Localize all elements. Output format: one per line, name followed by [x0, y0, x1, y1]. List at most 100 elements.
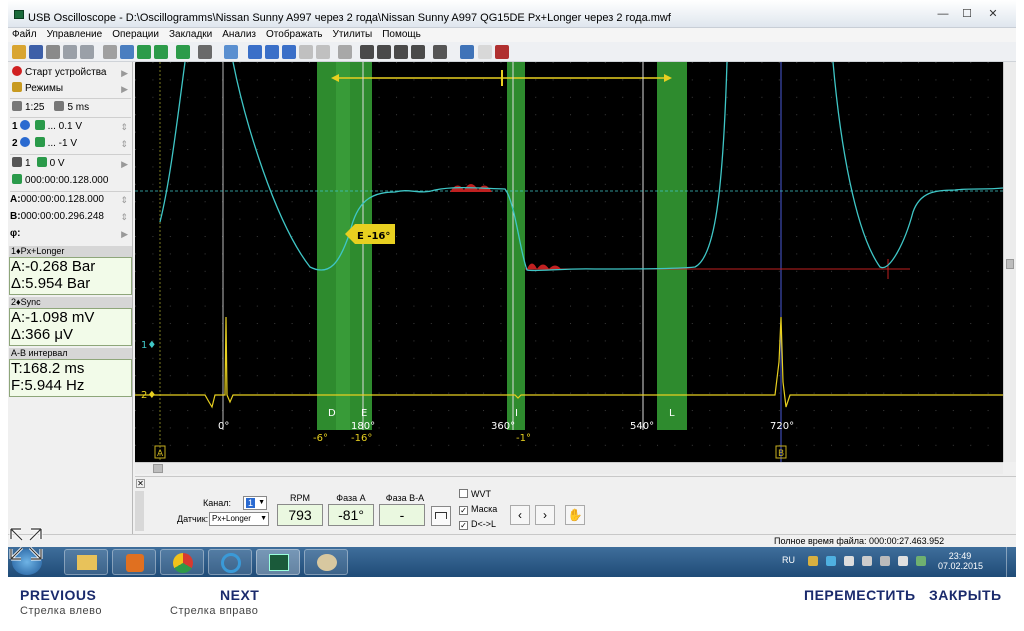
markers-icon[interactable] — [360, 45, 374, 59]
taskbar-ie[interactable] — [208, 549, 252, 575]
maximize-button[interactable]: ☐ — [958, 7, 976, 21]
phi-row[interactable]: φ: ▶ — [10, 226, 131, 242]
close-panel-icon[interactable]: ✕ — [136, 479, 145, 488]
zoom-out-icon[interactable] — [338, 45, 352, 59]
phase-label-d: -6° — [313, 433, 328, 444]
menu-bookmarks[interactable]: Закладки — [165, 28, 212, 42]
horizontal-scrollbar[interactable] — [135, 462, 1003, 474]
ch1-marker[interactable]: 1♦ — [141, 340, 156, 351]
next-link[interactable]: NEXT — [220, 587, 259, 603]
menu-analysis[interactable]: Анализ — [218, 28, 256, 42]
cursor-a-row[interactable]: A:000:00:00.128.000 ⇕ — [10, 192, 131, 208]
horizontal-scroll-thumb[interactable] — [153, 464, 163, 473]
vertical-scrollbar[interactable] — [1003, 62, 1016, 462]
network-icon[interactable] — [862, 556, 872, 566]
adjust-icon[interactable]: ⇕ — [120, 192, 128, 208]
taskbar-media[interactable] — [112, 549, 156, 575]
clock[interactable]: 23:49 07.02.2015 — [938, 551, 983, 571]
wvt-checkbox[interactable]: WVT — [459, 489, 491, 499]
taskbar-explorer[interactable] — [64, 549, 108, 575]
start-device-button[interactable]: Старт устройства ▶ — [10, 65, 131, 81]
taskbar-oscilloscope[interactable] — [256, 549, 300, 575]
mask-checkbox[interactable]: ✓ Маска — [459, 504, 497, 515]
channel-select[interactable]: 1 ▼ — [243, 496, 267, 510]
e-marker-flag[interactable]: E -16° — [345, 224, 395, 244]
title-bar: USB Oscilloscope - D:\Oscillogramms\Niss… — [8, 0, 1016, 28]
measure-icon[interactable] — [377, 45, 391, 59]
vertical-scroll-thumb[interactable] — [1006, 259, 1014, 269]
adjust-icon[interactable]: ⇕ — [120, 209, 128, 225]
channel2-volts-row[interactable]: 2 ... -1 V ⇕ — [10, 136, 131, 152]
menu-view[interactable]: Отображать — [262, 28, 322, 42]
language-indicator[interactable]: RU — [782, 555, 795, 565]
trigger-row[interactable]: 1 0 V ▶ — [10, 156, 131, 172]
menu-file[interactable]: Файл — [8, 28, 37, 42]
minimize-button[interactable]: — — [934, 7, 952, 21]
close-window-button[interactable]: ✕ — [984, 7, 1002, 21]
phase-ruler-button[interactable] — [431, 506, 451, 526]
menu-utilities[interactable]: Утилиты — [329, 28, 373, 42]
menu-control[interactable]: Управление — [43, 28, 103, 42]
phase-ba-label: Фаза B-A — [385, 493, 425, 503]
tray-icon-3[interactable] — [844, 556, 854, 566]
check-down-icon[interactable] — [265, 45, 279, 59]
adjust-icon[interactable]: ⇕ — [120, 119, 128, 135]
cursor-icon[interactable] — [120, 45, 134, 59]
wvt-check-box[interactable] — [459, 489, 468, 498]
copy-icon[interactable] — [63, 45, 77, 59]
menu-help[interactable]: Помощь — [378, 28, 421, 42]
flag-icon[interactable] — [898, 556, 908, 566]
tray-icon-2[interactable] — [826, 556, 836, 566]
wave-icon[interactable] — [176, 45, 190, 59]
next-phase-button[interactable]: › — [535, 505, 555, 525]
sensor-select[interactable]: Px+Longer ▼ — [209, 512, 269, 526]
fullscreen-icon[interactable] — [8, 526, 44, 562]
pan-hand-icon[interactable]: ✋ — [565, 505, 585, 525]
previous-phase-button[interactable]: ‹ — [510, 505, 530, 525]
modes-button[interactable]: Режимы ▶ — [10, 81, 131, 97]
scale-value: 1:25 — [25, 102, 45, 113]
check-up-icon[interactable] — [282, 45, 296, 59]
trigger-icon[interactable] — [137, 45, 151, 59]
filter-icon[interactable] — [411, 45, 425, 59]
trigger-time-row[interactable]: 000:00:00.128.000 — [10, 173, 131, 189]
adjust-icon[interactable]: ⇕ — [120, 136, 128, 152]
menu-operations[interactable]: Операции — [108, 28, 159, 42]
tray-icon-1[interactable] — [808, 556, 818, 566]
mask-check-box[interactable]: ✓ — [459, 506, 468, 515]
waveform-canvas[interactable]: E -16° 1♦ 2♦ D E I L 0° 180° 360° 540° 7… — [135, 62, 1003, 462]
check-icon[interactable] — [248, 45, 262, 59]
save-icon[interactable] — [29, 45, 43, 59]
oscilloscope-display[interactable]: E -16° 1♦ 2♦ D E I L 0° 180° 360° 540° 7… — [135, 62, 1003, 462]
open-folder-icon[interactable] — [12, 45, 26, 59]
grid-icon[interactable] — [460, 45, 474, 59]
dl-checkbox[interactable]: ✓ D<->L — [459, 519, 496, 530]
dl-check-box[interactable]: ✓ — [459, 521, 468, 530]
page-icon[interactable] — [299, 45, 313, 59]
show-desktop-button[interactable] — [1006, 547, 1016, 577]
scale-row[interactable]: 1:25 5 ms — [10, 100, 131, 116]
settings-icon[interactable] — [433, 45, 447, 59]
undo-icon[interactable] — [198, 45, 212, 59]
taskbar-paint[interactable] — [304, 549, 348, 575]
panel-handle[interactable] — [135, 491, 144, 531]
channel1-volts-row[interactable]: 1 ... 0.1 V ⇕ — [10, 119, 131, 135]
tray-icon-4[interactable] — [916, 556, 926, 566]
layout-icon[interactable] — [103, 45, 117, 59]
angle-label-180: 180° — [351, 421, 375, 432]
volume-icon[interactable] — [880, 556, 890, 566]
move-link[interactable]: ПЕРЕМЕСТИТЬ — [804, 587, 916, 603]
zoom-icon[interactable] — [224, 45, 238, 59]
cursor-b-row[interactable]: B:000:00:00.296.248 ⇕ — [10, 209, 131, 225]
document-icon[interactable] — [478, 45, 492, 59]
print-icon[interactable] — [46, 45, 60, 59]
chart-icon[interactable] — [316, 45, 330, 59]
spectrum-icon[interactable] — [394, 45, 408, 59]
close-link[interactable]: ЗАКРЫТЬ — [929, 587, 1002, 603]
paste-icon[interactable] — [80, 45, 94, 59]
signal-icon[interactable] — [154, 45, 168, 59]
previous-link[interactable]: PREVIOUS — [20, 587, 96, 603]
ch2-marker[interactable]: 2♦ — [141, 390, 156, 401]
taskbar-chrome[interactable] — [160, 549, 204, 575]
close-file-icon[interactable] — [495, 45, 509, 59]
